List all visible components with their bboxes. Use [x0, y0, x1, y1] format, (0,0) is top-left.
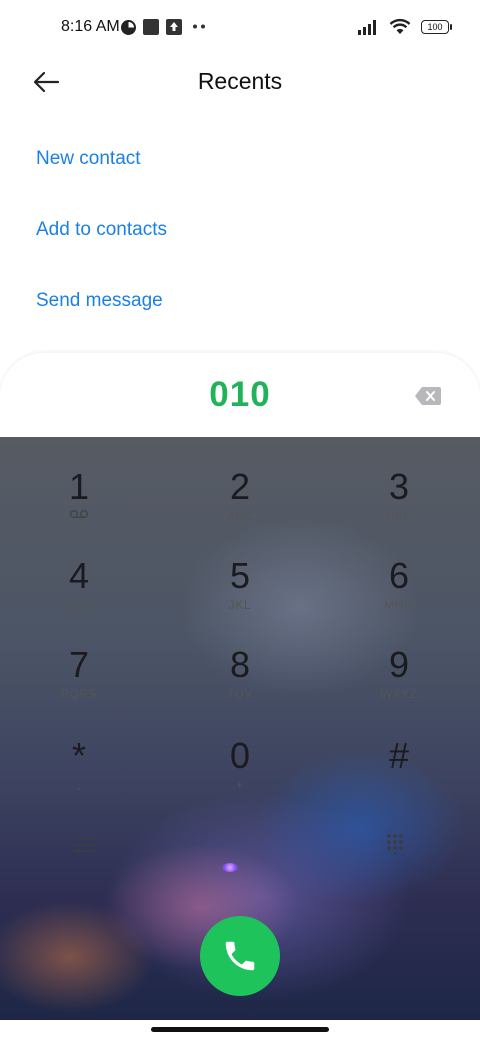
key-letters: GHI [67, 598, 91, 612]
key-letters: TUV [227, 687, 253, 701]
key-digit: 8 [229, 644, 251, 685]
dial-key-0[interactable]: 0 + [180, 736, 300, 816]
send-message-link[interactable]: Send message [36, 290, 163, 312]
key-letters: PQRS [60, 687, 97, 701]
dial-key-9[interactable]: 9 WXYZ [339, 645, 459, 725]
status-time: 8:16 AM [61, 18, 120, 35]
key-digit: * [71, 735, 86, 776]
key-digit: # [388, 735, 410, 776]
square-notification-icon [143, 19, 159, 35]
key-digit: 2 [229, 466, 251, 507]
key-letters: WXYZ [380, 687, 418, 701]
dial-key-6[interactable]: 6 MNO [339, 556, 459, 636]
dial-key-5[interactable]: 5 JKL [180, 556, 300, 636]
key-digit: 7 [68, 644, 90, 685]
backspace-icon[interactable] [415, 387, 441, 405]
add-to-contacts-link[interactable]: Add to contacts [36, 219, 167, 241]
menu-icon[interactable] [74, 837, 96, 853]
wallpaper-lion-eye [222, 863, 238, 872]
key-digit: 1 [68, 466, 90, 507]
battery-icon: 100 [421, 19, 452, 34]
call-button[interactable] [200, 916, 280, 996]
dial-key-8[interactable]: 8 TUV [180, 645, 300, 725]
app-bar: Recents [0, 56, 480, 108]
dial-key-3[interactable]: 3 DEF [339, 467, 459, 547]
home-indicator[interactable] [151, 1027, 329, 1032]
pie-chart-icon [121, 20, 136, 35]
status-right-icons: 100 [357, 18, 452, 35]
key-digit: 5 [229, 555, 251, 596]
page-title: Recents [197, 68, 283, 94]
dial-key-7[interactable]: 7 PQRS [19, 645, 139, 725]
key-digit: 9 [388, 644, 410, 685]
signal-icon [358, 19, 376, 35]
dial-key-hash[interactable]: # [339, 736, 459, 816]
key-letters: , [77, 778, 81, 792]
dial-key-2[interactable]: 2 ABC [180, 467, 300, 547]
key-digit: 3 [388, 466, 410, 507]
dial-key-1[interactable]: 1 [19, 467, 139, 547]
phone-icon [225, 941, 255, 971]
wifi-icon [389, 18, 411, 34]
key-letters: + [236, 778, 244, 792]
more-dots-icon [193, 24, 205, 29]
keypad-grid-icon[interactable] [386, 833, 404, 855]
upload-icon [166, 19, 182, 35]
key-letters: DEF [386, 509, 412, 523]
key-digit: 4 [68, 555, 90, 596]
status-bar: 8:16 AM 100 [0, 0, 480, 56]
dial-key-star[interactable]: * , [19, 736, 139, 816]
entered-number-display[interactable]: 010 [0, 375, 480, 415]
new-contact-link[interactable]: New contact [36, 148, 141, 170]
key-letters: ABC [226, 509, 254, 523]
voicemail-icon [70, 510, 88, 518]
key-digit: 0 [229, 735, 251, 776]
key-letters: JKL [228, 598, 252, 612]
system-nav-bar [0, 1020, 480, 1040]
dial-key-4[interactable]: 4 GHI [19, 556, 139, 636]
key-letters: MNO [384, 598, 414, 612]
key-digit: 6 [388, 555, 410, 596]
